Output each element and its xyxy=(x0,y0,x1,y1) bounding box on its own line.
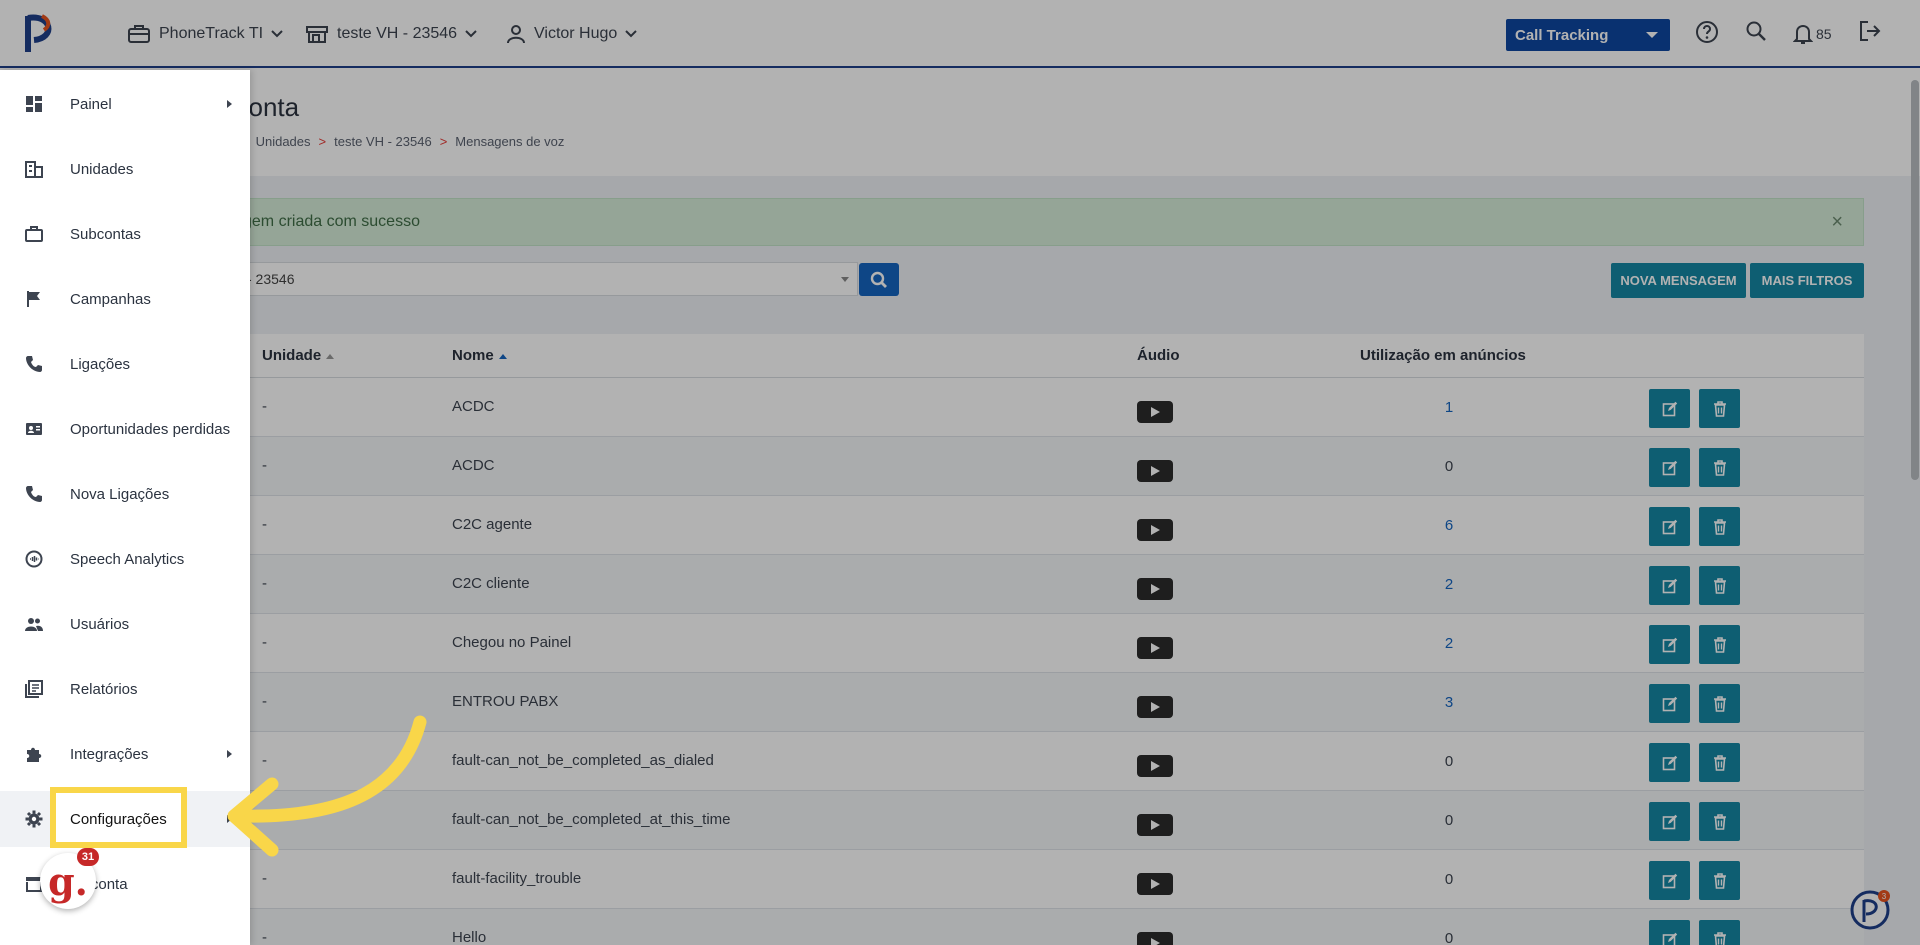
users-icon xyxy=(25,618,43,631)
sidebar-item-label: Relatórios xyxy=(70,681,138,698)
sidebar-item-label: Unidades xyxy=(70,161,134,178)
sidebar-item-label: Integrações xyxy=(70,746,149,763)
guide-widget-count: 31 xyxy=(77,848,99,866)
sidebar-item-usu-rios[interactable]: Usuários xyxy=(0,596,250,652)
sidebar-item-relat-rios[interactable]: Relatórios xyxy=(0,661,250,717)
submenu-arrow-icon xyxy=(227,100,232,108)
contact-card-icon xyxy=(26,423,42,435)
sidebar-item-label: Usuários xyxy=(70,616,130,633)
sidebar-item-label: Campanhas xyxy=(70,291,151,308)
phone-icon xyxy=(26,356,42,372)
sidebar-item-speech-analytics[interactable]: Speech Analytics xyxy=(0,531,250,587)
reports-icon xyxy=(25,680,43,698)
dashboard-icon xyxy=(26,96,42,112)
flag-icon xyxy=(27,291,40,307)
sidebar-item-label: Oportunidades perdidas xyxy=(70,421,231,438)
building-icon xyxy=(25,161,43,178)
sidebar-item-subcontas[interactable]: Subcontas xyxy=(0,206,250,262)
puzzle-icon xyxy=(27,747,42,762)
sidebar-item-label: Subcontas xyxy=(70,226,141,243)
sidebar-item-ha-conta[interactable]: ha conta xyxy=(0,856,250,912)
sidebar-item-oportunidades-perdidas[interactable]: Oportunidades perdidas xyxy=(0,401,250,457)
configuracoes-highlight[interactable]: Configurações xyxy=(50,787,187,848)
phone-icon xyxy=(26,486,42,502)
sidebar-item-liga-es[interactable]: Ligações xyxy=(0,336,250,392)
sidebar-item-integra-es[interactable]: Integrações xyxy=(0,726,250,782)
sidebar-item-label: Speech Analytics xyxy=(70,551,185,568)
sidebar-item-label: Painel xyxy=(70,96,112,113)
sidebar-item-nova-liga-es[interactable]: Nova Ligações xyxy=(0,466,250,522)
sidebar-item-label: Configurações xyxy=(70,811,167,828)
sidebar-item-unidades[interactable]: Unidades xyxy=(0,141,250,197)
tutorial-arrow xyxy=(227,715,427,857)
sidebar-item-campanhas[interactable]: Campanhas xyxy=(0,271,250,327)
gear-icon xyxy=(25,810,43,828)
sidebar-item-label: Nova Ligações xyxy=(70,486,170,503)
speech-icon xyxy=(25,550,43,568)
sidebar-item-label: Ligações xyxy=(70,356,131,373)
briefcase-icon xyxy=(25,226,43,242)
sidebar-item-painel[interactable]: Painel xyxy=(0,76,250,132)
